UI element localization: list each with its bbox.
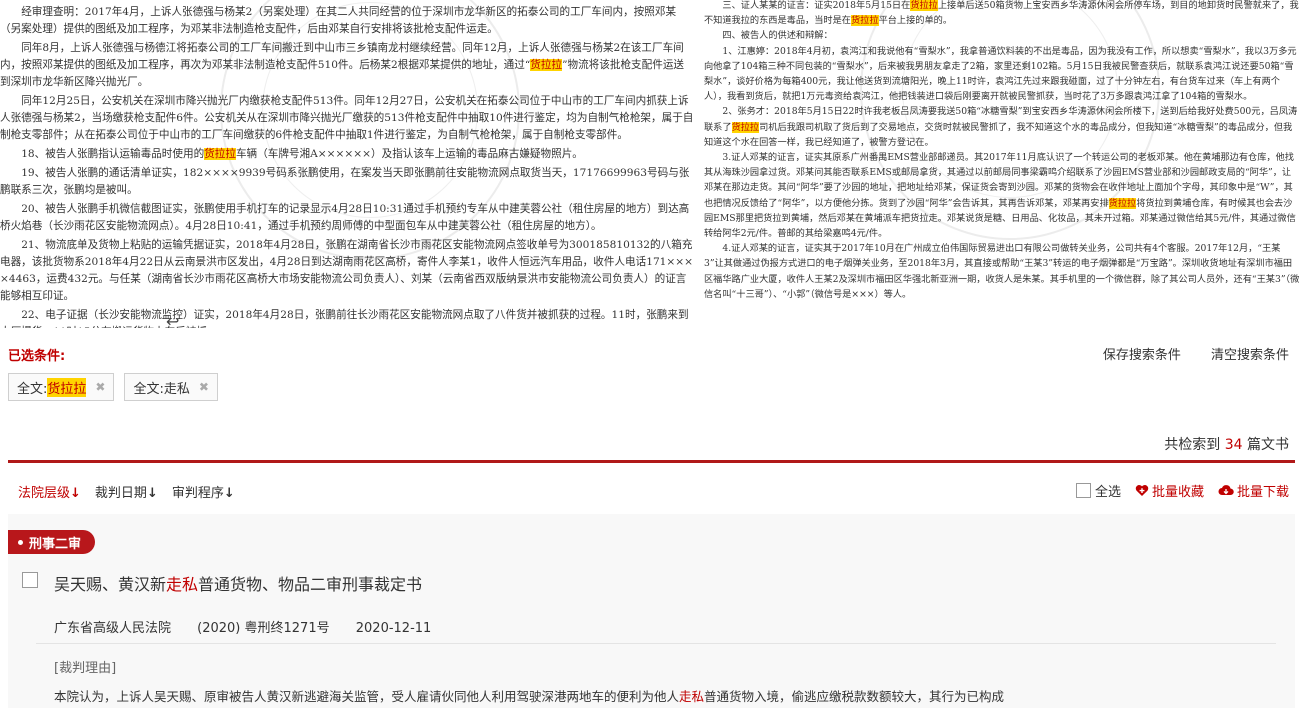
document-preview-area: 经审理查明：2017年4月，上诉人张德强与杨某2（另案处理）在其二人共同经营的位… bbox=[0, 0, 1303, 328]
sort-bar: 法院层级↓ 裁判日期↓ 审判程序↓ bbox=[18, 482, 235, 501]
select-all-label: 全选 bbox=[1094, 485, 1121, 500]
bulk-favorite-label: 批量收藏 bbox=[1151, 485, 1204, 500]
bulk-download-button[interactable]: 批量下载 bbox=[1218, 481, 1289, 500]
section-divider bbox=[8, 460, 1295, 463]
remove-chip-icon[interactable]: ✖ bbox=[199, 380, 209, 394]
sort-court-level[interactable]: 法院层级↓ bbox=[18, 482, 81, 501]
snippet-column-right: 三、证人某某的证言：证实2018年5月15日在货拉拉上接单后送50箱货物上宝安西… bbox=[704, 0, 1300, 328]
bulk-actions: 全选 批量收藏 批量下载 bbox=[1075, 481, 1289, 500]
search-term-highlight: 货拉拉 bbox=[731, 121, 760, 133]
case-type-tag: 刑事二审 bbox=[8, 530, 96, 554]
snippet-paragraph: 同年12月25日，公安机关在深圳市降兴抛光厂内缴获枪支配件513件。同年12月2… bbox=[0, 95, 694, 141]
snippet-paragraph: 19、被告人张鹏的通话清单证实，182××××9939号码系张鹏使用，在案发当天… bbox=[0, 167, 690, 196]
chip-term: 走私 bbox=[163, 381, 190, 397]
select-all-checkbox[interactable]: 全选 bbox=[1075, 481, 1121, 500]
reason-excerpt: 本院认为，上诉人吴天赐、原审被告人黄汉新逃避海关监管，受人雇请伙同他人利用驾驶深… bbox=[54, 689, 1005, 704]
condition-actions: 保存搜索条件 清空搜索条件 bbox=[1077, 344, 1289, 363]
case-type-label: 刑事二审 bbox=[29, 536, 82, 552]
snippet-paragraph: 四、被告人的供述和辩解： bbox=[722, 30, 833, 42]
snippet-paragraph: 3.证人邓某的证言，证实其原系广州番禺EMS营业部邮递员。其2017年11月底认… bbox=[704, 152, 1296, 240]
card-divider bbox=[36, 643, 1276, 644]
reason-label: [裁判理由] bbox=[54, 661, 117, 676]
condition-chips: 全文: 货拉拉 ✖ 全文: 走私 ✖ bbox=[8, 373, 218, 401]
condition-chip-zousi: 全文: 走私 ✖ bbox=[124, 373, 218, 401]
bulk-favorite-button[interactable]: 批量收藏 bbox=[1135, 481, 1204, 500]
result-count: 共检索到 34 篇文书 bbox=[1164, 434, 1289, 454]
search-term-highlight: 货拉拉 bbox=[851, 15, 879, 27]
condition-chip-huolala: 全文: 货拉拉 ✖ bbox=[8, 373, 115, 401]
selected-conditions-title: 已选条件: bbox=[8, 349, 66, 364]
court-name: 广东省高级人民法院 bbox=[54, 621, 172, 636]
result-count-number: 34 bbox=[1224, 437, 1243, 453]
case-number: (2020) 粤刑终1271号 bbox=[197, 621, 330, 636]
result-checkbox[interactable] bbox=[22, 572, 38, 588]
snippet-paragraph: 18、被告人张鹏指认运输毒品时使用的货拉拉车辆（车牌号湘A××××××）及指认该… bbox=[21, 148, 583, 160]
remove-chip-icon[interactable]: ✖ bbox=[95, 380, 105, 394]
return-arrow-icon[interactable]: ↩ bbox=[166, 312, 179, 328]
cloud-download-icon bbox=[1218, 485, 1234, 496]
snippet-paragraph: 1、江惠婷：2018年4月初，袁鸿江和我说他有“雪梨水”，我拿普通饮料装的不出是… bbox=[704, 45, 1297, 103]
heart-plus-icon bbox=[1135, 485, 1149, 496]
snippet-paragraph: 经审理查明：2017年4月，上诉人张德强与杨某2（另案处理）在其二人共同经营的位… bbox=[0, 6, 677, 35]
bulk-download-label: 批量下载 bbox=[1236, 485, 1289, 500]
search-term-highlight: 货拉拉 bbox=[1108, 197, 1137, 209]
save-search-button[interactable]: 保存搜索条件 bbox=[1103, 348, 1181, 363]
snippet-column-left: 经审理查明：2017年4月，上诉人张德强与杨某2（另案处理）在其二人共同经营的位… bbox=[0, 0, 694, 328]
snippet-paragraph: 20、被告人张鹏手机微信截图证实，张鹏使用手机打车的记录显示4月28日10:31… bbox=[0, 203, 690, 232]
result-card: 刑事二审 吴天赐、黄汉新走私普通货物、物品二审刑事裁定书 广东省高级人民法院 (… bbox=[8, 514, 1295, 708]
search-term-highlight: 货拉拉 bbox=[530, 59, 563, 71]
sort-arrow-icon: ↓ bbox=[146, 486, 158, 501]
bullet-icon bbox=[18, 539, 23, 545]
result-meta: 广东省高级人民法院 (2020) 粤刑终1271号 2020-12-11 bbox=[54, 617, 453, 636]
checkbox-icon[interactable] bbox=[1075, 483, 1091, 498]
result-count-suffix: 篇文书 bbox=[1242, 437, 1289, 453]
snippet-paragraph: 4.证人邓某的证言，证实其于2017年10月在广州成立伯伟国际贸易进出口有限公司… bbox=[704, 243, 1300, 300]
sort-procedure[interactable]: 审判程序↓ bbox=[172, 482, 235, 501]
search-term-highlight: 货拉拉 bbox=[910, 0, 938, 11]
judgment-date: 2020-12-11 bbox=[355, 621, 432, 636]
snippet-paragraph: 三、证人某某的证言：证实2018年5月15日在货拉拉上接单后送50箱货物上宝安西… bbox=[704, 0, 1299, 27]
snippet-paragraph: 21、物流底单及货物上粘贴的运输凭据证实，2018年4月28日，张鹏在湖南省长沙… bbox=[0, 239, 694, 302]
chip-term: 货拉拉 bbox=[47, 377, 87, 397]
sort-judge-date[interactable]: 裁判日期↓ bbox=[95, 482, 158, 501]
result-count-prefix: 共检索到 bbox=[1164, 437, 1225, 453]
result-title-link[interactable]: 吴天赐、黄汉新走私普通货物、物品二审刑事裁定书 bbox=[54, 571, 422, 595]
chip-prefix: 全文: bbox=[17, 381, 48, 397]
sort-arrow-icon: ↓ bbox=[70, 486, 81, 501]
snippet-paragraph: 2、张务才：2018年5月15日22时许我老板吕凤涛要我送50箱“冰糖雪梨”到宝… bbox=[704, 106, 1298, 148]
snippet-paragraph: 22、电子证据（长沙安能物流监控）证实，2018年4月28日，张鹏前往长沙雨花区… bbox=[0, 309, 689, 328]
chip-prefix: 全文: bbox=[133, 381, 164, 397]
clear-search-button[interactable]: 清空搜索条件 bbox=[1211, 348, 1289, 363]
sort-arrow-icon: ↓ bbox=[223, 486, 235, 501]
snippet-paragraph: 同年8月，上诉人张德强与杨德江将拓泰公司的工厂车间搬迁到中山市三乡镇南龙村继续经… bbox=[0, 42, 685, 88]
search-term-highlight: 货拉拉 bbox=[204, 148, 236, 160]
